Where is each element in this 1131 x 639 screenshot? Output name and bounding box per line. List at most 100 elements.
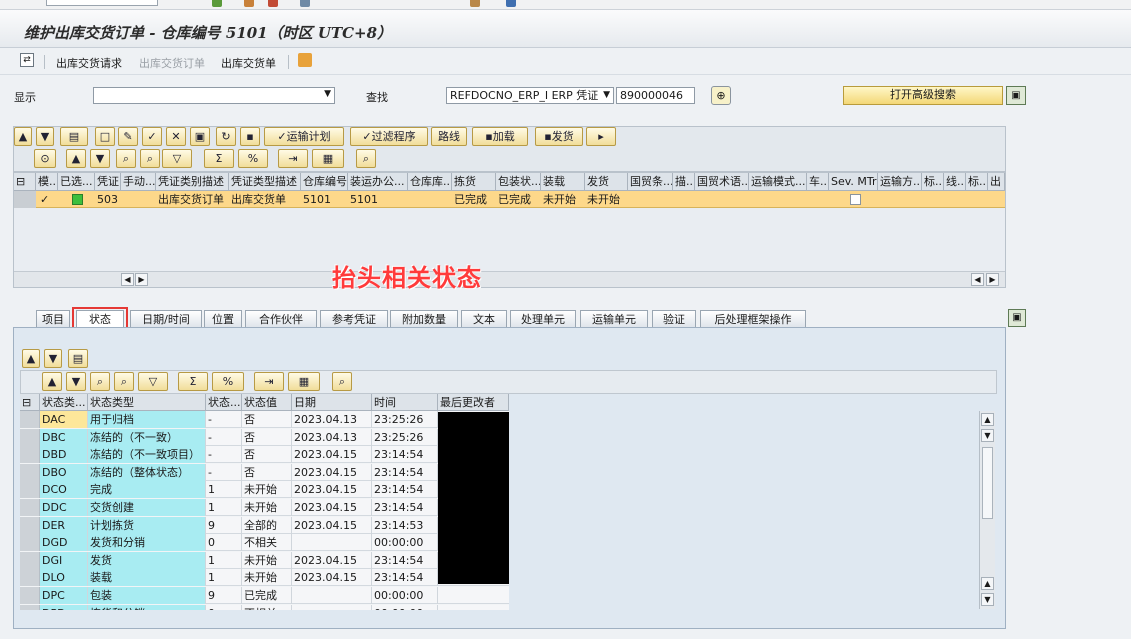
enter-icon[interactable] (212, 0, 222, 7)
col-header[interactable]: 装运办公... (348, 173, 408, 190)
filter-icon[interactable]: ▽ (138, 372, 168, 391)
new-doc-icon[interactable]: □ (95, 127, 115, 146)
table-row[interactable]: DGD 发货和分销 0 不相关 00:00:00 (20, 534, 509, 552)
save-icon[interactable]: ▪ (240, 127, 260, 146)
row-selector[interactable] (20, 534, 40, 552)
layout-icon[interactable]: ▦ (288, 372, 320, 391)
details-icon[interactable]: ▤ (60, 127, 88, 146)
print-preview-icon[interactable]: ⌕ (332, 372, 352, 391)
back-icon[interactable] (268, 0, 278, 7)
col-header[interactable]: 发货 (585, 173, 628, 190)
col-header[interactable]: 描... (673, 173, 695, 190)
ship-button[interactable]: ▪发货 (535, 127, 583, 146)
find-next-icon[interactable]: ⌕ (140, 149, 160, 168)
tab-partners[interactable]: 合作伙伴 (245, 310, 317, 328)
details-icon[interactable]: ▤ (68, 349, 88, 368)
table-row[interactable]: DBO 冻结的（整体状态） - 否 2023.04.15 23:14:54 (20, 463, 509, 481)
table-row[interactable]: DER 计划拣货 9 全部的 2023.04.15 23:14:53 (20, 516, 509, 534)
scroll-down-icon[interactable]: ▼ (981, 593, 994, 606)
refresh-icon[interactable]: ↻ (216, 127, 236, 146)
tab-reference-doc[interactable]: 参考凭证 (320, 310, 388, 328)
col-header[interactable]: 状态类... (40, 394, 88, 411)
row-selector[interactable] (20, 551, 40, 569)
save-icon[interactable] (244, 0, 254, 7)
col-header[interactable]: 日期 (292, 394, 372, 411)
zoom-icon[interactable]: ⊙ (34, 149, 56, 168)
print-preview-icon[interactable]: ⌕ (356, 149, 376, 168)
tab-items[interactable]: 项目 (36, 310, 70, 328)
load-button[interactable]: ▪加载 (472, 127, 528, 146)
row-selector[interactable] (20, 516, 40, 534)
select-all-icon[interactable]: ⊟ (14, 173, 36, 190)
scroll-left-icon[interactable]: ◀ (121, 273, 134, 286)
sort-ascending-icon[interactable]: ▲ (66, 149, 86, 168)
scroll-down-icon[interactable]: ▼ (981, 429, 994, 442)
col-header[interactable]: 状态值 (242, 394, 292, 411)
col-header[interactable]: 车... (807, 173, 829, 190)
find-field-dropdown[interactable]: REFDOCNO_ERP_I ERP 凭证 ▼ (446, 87, 614, 104)
subtotal-icon[interactable]: % (212, 372, 244, 391)
route-button[interactable]: 路线 (431, 127, 467, 146)
sort-ascending-icon[interactable]: ▲ (42, 372, 62, 391)
toggle-panel-icon[interactable]: ▣ (1006, 86, 1026, 105)
scroll-left-icon[interactable]: ◀ (971, 273, 984, 286)
delete-icon[interactable]: ✕ (166, 127, 186, 146)
row-selector[interactable] (20, 587, 40, 604)
layout-icon[interactable] (470, 0, 480, 7)
display-change-icon[interactable]: ⇄ (20, 53, 34, 67)
move-down-icon[interactable]: ▼ (44, 349, 62, 368)
col-header[interactable]: 时间 (372, 394, 438, 411)
display-dropdown[interactable]: ▼ (93, 87, 335, 104)
col-header[interactable]: 凭证类别描述 (156, 173, 229, 190)
tab-additional-qty[interactable]: 附加数量 (390, 310, 458, 328)
layout-icon[interactable]: ▦ (312, 149, 344, 168)
find-value-input[interactable]: 890000046 (616, 87, 695, 104)
table-row[interactable]: DPC 包装 9 已完成 00:00:00 (20, 587, 509, 604)
sum-icon[interactable]: Σ (178, 372, 208, 391)
scroll-up-icon[interactable]: ▲ (981, 413, 994, 426)
table-row[interactable]: DCO 完成 1 未开始 2023.04.15 23:14:54 (20, 481, 509, 499)
sort-descending-icon[interactable]: ▼ (66, 372, 86, 391)
vertical-scrollbar[interactable]: ▲ ▼ ▲ ▼ (979, 411, 995, 609)
find-icon[interactable] (300, 0, 310, 7)
transport-plan-button[interactable]: ✓运输计划 (264, 127, 344, 146)
sort-descending-icon[interactable]: ▼ (90, 149, 110, 168)
outbound-request-button[interactable]: 出库交货请求 (56, 55, 122, 71)
col-header[interactable]: 国贸条... (628, 173, 673, 190)
table-row[interactable]: DPD拣货和分销0不相关 00:00:00 (20, 604, 509, 610)
col-header[interactable]: 手动... (121, 173, 156, 190)
row-selector[interactable] (20, 569, 40, 587)
col-header[interactable]: 拣货 (452, 173, 496, 190)
col-header[interactable]: 已选... (58, 173, 95, 190)
table-row[interactable]: DBD 冻结的（不一致项目） - 否 2023.04.15 23:14:54 (20, 446, 509, 464)
lock-icon[interactable]: ▣ (190, 127, 210, 146)
command-field[interactable] (46, 0, 158, 6)
move-up-icon[interactable]: ▲ (22, 349, 40, 368)
col-header[interactable]: 运输方... (878, 173, 922, 190)
tab-validation[interactable]: 验证 (652, 310, 696, 328)
row-selector[interactable] (20, 428, 40, 446)
col-header[interactable]: 标... (922, 173, 944, 190)
col-header[interactable]: 仓库编号 (301, 173, 348, 190)
table-row[interactable]: DGI 发货 1 未开始 2023.04.15 23:14:54 (20, 551, 509, 569)
outbound-delivery-button[interactable]: 出库交货单 (221, 55, 276, 71)
row-selector[interactable] (14, 191, 36, 208)
export-icon[interactable]: ⇥ (254, 372, 284, 391)
col-header[interactable]: 出 (988, 173, 1005, 190)
col-header[interactable]: 标... (966, 173, 988, 190)
col-header[interactable]: Sev. MTr (829, 173, 878, 190)
col-header[interactable]: 凭证 (95, 173, 121, 190)
find-next-icon[interactable]: ⌕ (114, 372, 134, 391)
scrollbar-thumb[interactable] (982, 447, 993, 519)
filter-procedure-button[interactable]: ✓过滤程序 (350, 127, 428, 146)
col-header[interactable]: 包装状... (496, 173, 541, 190)
col-header[interactable]: 线... (944, 173, 966, 190)
export-icon[interactable]: ⇥ (278, 149, 308, 168)
tab-location[interactable]: 位置 (204, 310, 242, 328)
col-header[interactable]: 凭证类型描述 (229, 173, 301, 190)
col-header[interactable]: 状态... (206, 394, 242, 411)
execute-search-icon[interactable]: ⊕ (711, 86, 731, 105)
row-selector[interactable] (20, 446, 40, 464)
col-header[interactable]: 状态类型 (88, 394, 206, 411)
subtotal-icon[interactable]: % (238, 149, 268, 168)
